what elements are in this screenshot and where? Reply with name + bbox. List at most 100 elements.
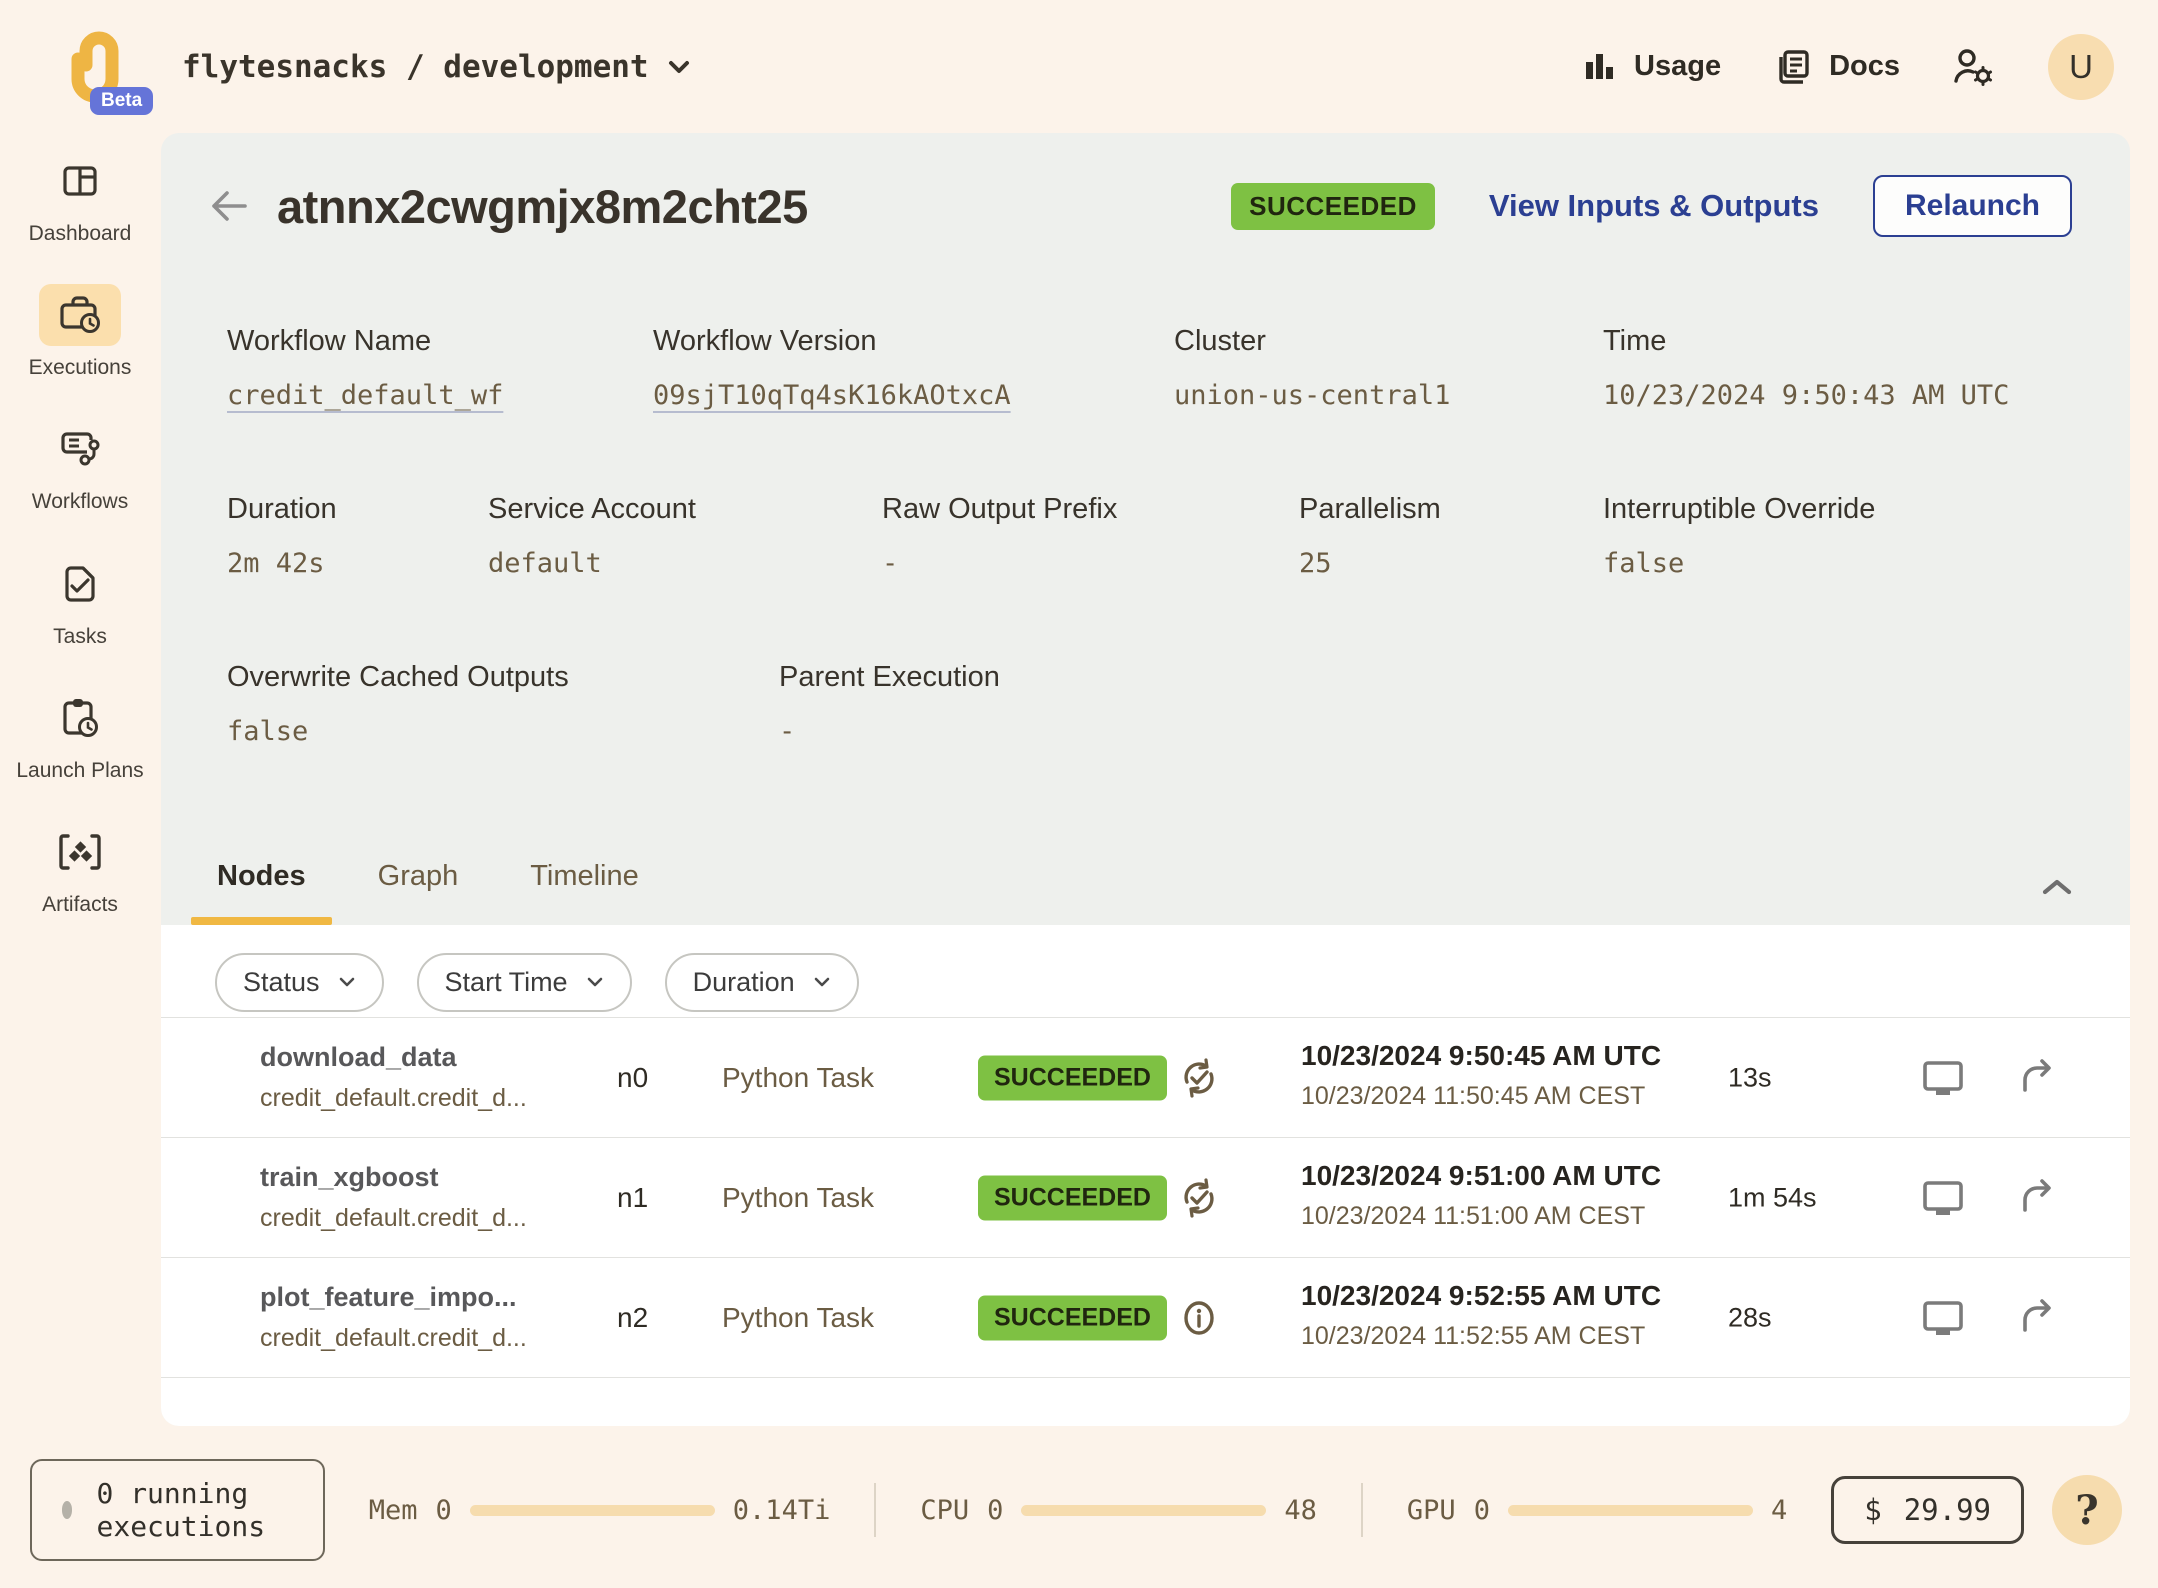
execution-header-actions: SUCCEEDED View Inputs & Outputs Relaunch (1231, 175, 2072, 237)
meta-parent-execution: Parent Execution - (779, 661, 1000, 747)
nodes-panel: Status Start Time Duration download (161, 925, 2130, 1426)
sidebar-label: Launch Plans (16, 758, 143, 783)
table-footer-spacer (161, 1377, 2130, 1426)
node-task-id: credit_default.credit_d... (260, 1084, 527, 1113)
node-type: Python Task (722, 1062, 874, 1094)
artifacts-icon (39, 821, 121, 883)
status-badge: SUCCEEDED (978, 1055, 1167, 1100)
node-id: n2 (617, 1302, 648, 1334)
chevron-down-icon (586, 976, 604, 988)
node-duration: 13s (1728, 1062, 1772, 1093)
statusbar: 0 running executions Mem 0 0.14Ti CPU 0 … (0, 1468, 2158, 1552)
sidebar-label: Artifacts (42, 892, 118, 917)
union-logo[interactable]: Beta (48, 21, 140, 113)
meta-time: Time 10/23/2024 9:50:43 AM UTC (1603, 325, 2009, 411)
sidebar-item-artifacts[interactable]: Artifacts (5, 821, 155, 917)
relaunch-button[interactable]: Relaunch (1873, 175, 2072, 237)
filter-status[interactable]: Status (215, 953, 384, 1012)
workflows-icon (39, 418, 121, 480)
logs-button[interactable] (1921, 1298, 1965, 1338)
breadcrumb[interactable]: flytesnacks / development (182, 49, 691, 85)
sidebar-item-launch-plans[interactable]: Launch Plans (5, 687, 155, 783)
cost-value: 29.99 (1904, 1493, 1991, 1527)
monitor-icon (1921, 1178, 1965, 1218)
cost-button[interactable]: $ 29.99 (1831, 1476, 2024, 1544)
filter-duration[interactable]: Duration (665, 953, 859, 1012)
status-badge: SUCCEEDED (1231, 183, 1435, 230)
sidebar-label: Tasks (53, 624, 107, 649)
gpu-meter: GPU 0 4 (1363, 1495, 1831, 1526)
workflow-version-link[interactable]: 09sjT10qTq4sK16kAOtxcA (653, 380, 1011, 411)
view-inputs-outputs-link[interactable]: View Inputs & Outputs (1489, 188, 1819, 224)
back-button[interactable] (201, 178, 257, 234)
sidebar-label: Executions (29, 355, 132, 380)
node-task-id: credit_default.credit_d... (260, 1204, 527, 1233)
sidebar-item-dashboard[interactable]: Dashboard (5, 150, 155, 246)
node-start-utc: 10/23/2024 9:52:55 AM UTC (1301, 1280, 1661, 1312)
meta-duration: Duration 2m 42s (227, 493, 337, 579)
logs-button[interactable] (1921, 1058, 1965, 1098)
statusbar-right: $ 29.99 ? (1831, 1475, 2122, 1545)
monitor-icon (1921, 1298, 1965, 1338)
tab-graph[interactable]: Graph (378, 860, 459, 925)
node-duration: 28s (1728, 1302, 1772, 1333)
sidebar-item-tasks[interactable]: Tasks (5, 553, 155, 649)
running-executions-pill[interactable]: 0 running executions (30, 1459, 325, 1561)
node-id: n1 (617, 1182, 648, 1214)
node-duration: 1m 54s (1728, 1182, 1817, 1213)
node-name-link[interactable]: download_data (260, 1042, 457, 1073)
table-row[interactable]: train_xgboost credit_default.credit_d...… (161, 1137, 2130, 1257)
rerun-button[interactable] (2017, 1178, 2057, 1218)
tab-bar: Nodes Graph Timeline (161, 833, 2130, 925)
sidebar-label: Dashboard (29, 221, 132, 246)
sidebar-item-workflows[interactable]: Workflows (5, 418, 155, 514)
workflow-name-link[interactable]: credit_default_wf (227, 380, 503, 411)
avatar[interactable]: U (2048, 34, 2114, 100)
chevron-down-icon (667, 59, 691, 75)
meta-parallelism: Parallelism 25 (1299, 493, 1441, 579)
rerun-button[interactable] (2017, 1298, 2057, 1338)
chevron-down-icon (338, 976, 356, 988)
user-gear-icon (1952, 47, 1996, 87)
tasks-icon (39, 553, 121, 615)
collapse-panel-button[interactable] (2040, 877, 2074, 925)
dashboard-icon (39, 150, 121, 212)
node-start-local: 10/23/2024 11:52:55 AM CEST (1301, 1322, 1645, 1351)
docs-label: Docs (1829, 50, 1900, 83)
memory-meter: Mem 0 0.14Ti (325, 1495, 875, 1526)
back-arrow-icon (209, 189, 249, 223)
node-type: Python Task (722, 1302, 874, 1334)
gpu-meter-bar (1508, 1505, 1753, 1516)
cpu-meter-bar (1021, 1505, 1266, 1516)
running-status-dot (62, 1501, 72, 1519)
node-name-link[interactable]: train_xgboost (260, 1162, 439, 1193)
meta-overwrite-cached-outputs: Overwrite Cached Outputs false (227, 661, 569, 747)
chevron-down-icon (813, 976, 831, 988)
monitor-icon (1921, 1058, 1965, 1098)
redo-arrow-icon (2017, 1178, 2057, 1218)
docs-icon (1773, 47, 1813, 87)
rerun-button[interactable] (2017, 1058, 2057, 1098)
cpu-meter: CPU 0 48 (876, 1495, 1361, 1526)
brand-area: Beta flytesnacks / development (48, 21, 691, 113)
tab-timeline[interactable]: Timeline (530, 860, 639, 925)
help-button[interactable]: ? (2052, 1475, 2122, 1545)
usage-button[interactable]: Usage (1582, 49, 1721, 85)
filter-start-time[interactable]: Start Time (417, 953, 632, 1012)
docs-button[interactable]: Docs (1773, 47, 1900, 87)
admin-settings-button[interactable] (1952, 47, 1996, 87)
tab-nodes[interactable]: Nodes (217, 860, 306, 925)
meta-interruptible-override: Interruptible Override false (1603, 493, 1875, 579)
logs-button[interactable] (1921, 1178, 1965, 1218)
node-start-utc: 10/23/2024 9:50:45 AM UTC (1301, 1040, 1661, 1072)
table-row[interactable]: download_data credit_default.credit_d...… (161, 1017, 2130, 1137)
node-task-id: credit_default.credit_d... (260, 1324, 527, 1353)
execution-title: atnnx2cwgmjx8m2cht25 (277, 179, 808, 234)
sidebar-item-executions[interactable]: Executions (5, 284, 155, 380)
table-row[interactable]: plot_feature_impo... credit_default.cred… (161, 1257, 2130, 1377)
node-name-link[interactable]: plot_feature_impo... (260, 1282, 517, 1313)
info-icon[interactable] (1177, 1296, 1221, 1340)
chevron-up-icon (2040, 877, 2074, 897)
execution-header: atnnx2cwgmjx8m2cht25 SUCCEEDED View Inpu… (161, 133, 2130, 237)
sidebar: Dashboard Executions Workflows (0, 150, 160, 917)
